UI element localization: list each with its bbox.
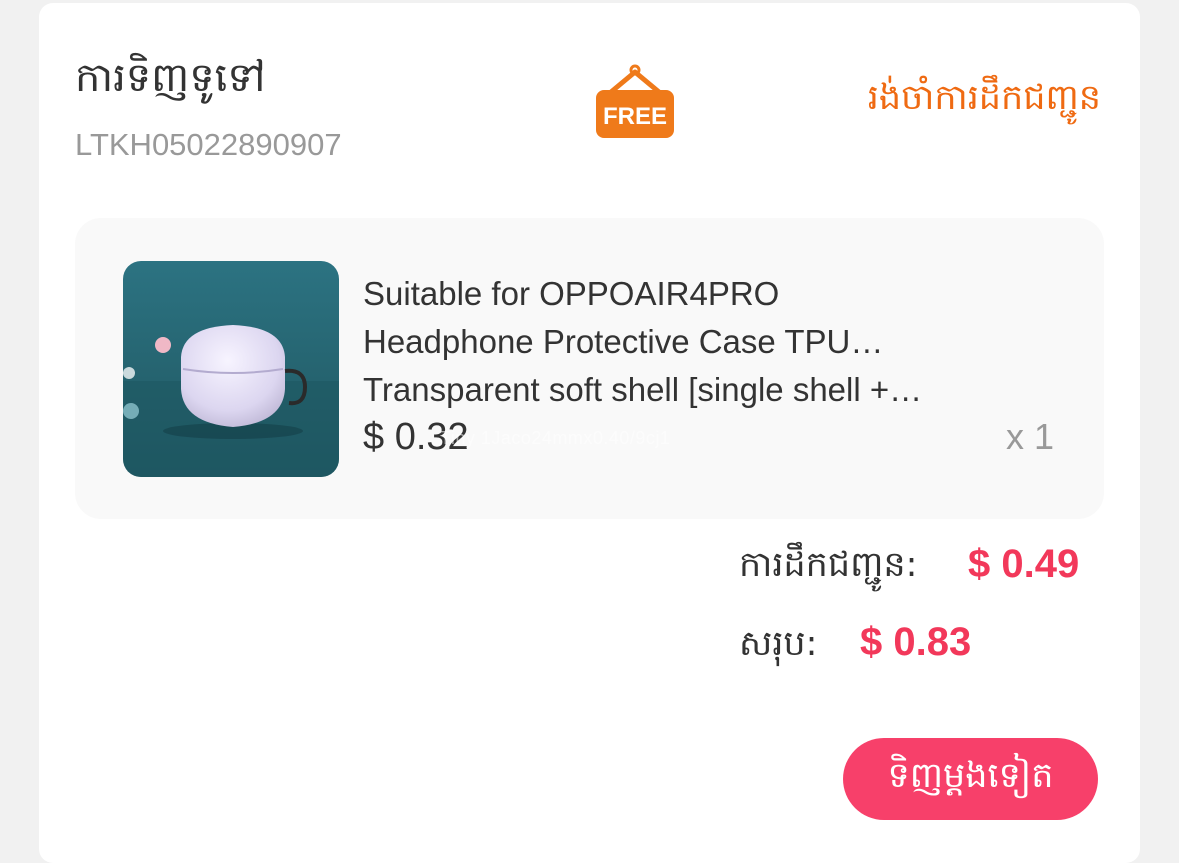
- buy-again-button[interactable]: ទិញម្តងទៀត: [843, 738, 1098, 820]
- total-value: $ 0.83: [860, 620, 972, 664]
- order-status: រង់ចាំការដឹកជញ្ជូន: [867, 78, 1101, 118]
- product-title-line: Transparent soft shell [single shell +…: [363, 371, 923, 408]
- free-badge-text: FREE: [603, 103, 667, 130]
- free-shipping-badge-icon: FREE: [594, 64, 676, 140]
- product-image[interactable]: [123, 261, 339, 477]
- total-label: សរុប:: [739, 624, 818, 664]
- product-quantity: x 1: [1005, 416, 1054, 457]
- shipping-label: ការដឹកជញ្ជូន:: [739, 545, 918, 585]
- shipping-value: $ 0.49: [968, 542, 1080, 586]
- order-type-label: ការទិញទូទៅ: [75, 55, 266, 101]
- image-watermark: Tiny 1Jaco24mmx0.40/9cj1: [440, 428, 671, 448]
- product-title[interactable]: Suitable for OPPOAIR4PRO Headphone Prote…: [363, 270, 1033, 414]
- product-title-line: Headphone Protective Case TPU…: [363, 323, 884, 360]
- product-title-line: Suitable for OPPOAIR4PRO: [363, 275, 780, 312]
- order-number: LTKH05022890907: [75, 127, 342, 162]
